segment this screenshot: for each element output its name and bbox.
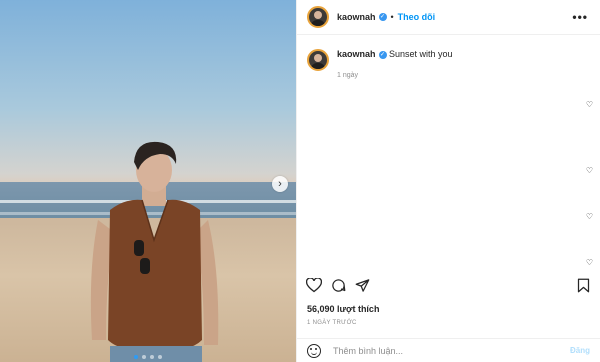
smiley-icon[interactable] xyxy=(307,343,321,358)
username-link[interactable]: kaownah xyxy=(337,12,376,22)
post-detail-panel: kaownah ✓ • Theo dõi ••• kaownah ✓ Sunset… xyxy=(296,0,600,362)
man-figure xyxy=(90,141,219,362)
heart-icon[interactable]: ♡ xyxy=(586,100,593,109)
verified-badge-icon: ✓ xyxy=(378,50,387,59)
verified-badge-icon: ✓ xyxy=(378,13,387,21)
bookmark-icon[interactable] xyxy=(574,276,592,294)
likes-count[interactable]: 56,090 lượt thích xyxy=(307,304,379,314)
post-photo[interactable]: › xyxy=(0,0,296,362)
post-timestamp: 1 NGÀY TRƯỚC xyxy=(307,320,357,326)
comment-input[interactable] xyxy=(331,344,570,357)
carousel-dots xyxy=(0,355,296,359)
caption-username[interactable]: kaownah xyxy=(337,49,376,59)
heart-icon[interactable]: ♡ xyxy=(586,166,593,175)
more-options-icon[interactable]: ••• xyxy=(572,10,588,24)
instagram-post-view: › kaownah ✓ • Theo dõi ••• kaownah ✓ Suns… xyxy=(0,0,600,362)
avatar[interactable] xyxy=(307,6,329,28)
post-comment-button[interactable]: Đăng xyxy=(570,346,590,355)
carousel-dot[interactable] xyxy=(150,355,154,359)
avatar[interactable] xyxy=(307,49,329,71)
comment-icon[interactable] xyxy=(329,276,347,294)
follow-button[interactable]: Theo dõi xyxy=(398,12,436,22)
heart-icon[interactable]: ♡ xyxy=(586,258,593,267)
action-bar xyxy=(305,276,592,294)
chevron-right-icon: › xyxy=(278,178,282,190)
post-header: kaownah ✓ • Theo dõi ••• xyxy=(297,0,600,35)
carousel-dot[interactable] xyxy=(142,355,146,359)
separator-dot: • xyxy=(390,12,394,22)
carousel-dot[interactable] xyxy=(134,355,138,359)
heart-icon[interactable]: ♡ xyxy=(586,212,593,221)
carousel-dot[interactable] xyxy=(158,355,162,359)
caption-text: kaownah ✓ Sunset with you xyxy=(337,47,453,61)
comment-bar: Đăng xyxy=(297,338,600,362)
caption-time: 1 ngày xyxy=(337,72,359,79)
caption-body: Sunset with you xyxy=(389,49,453,59)
caption-block: kaownah ✓ Sunset with you 1 ngày xyxy=(297,35,600,83)
next-photo-button[interactable]: › xyxy=(272,176,288,192)
paper-plane-icon[interactable] xyxy=(353,276,371,294)
heart-icon[interactable] xyxy=(305,276,323,294)
